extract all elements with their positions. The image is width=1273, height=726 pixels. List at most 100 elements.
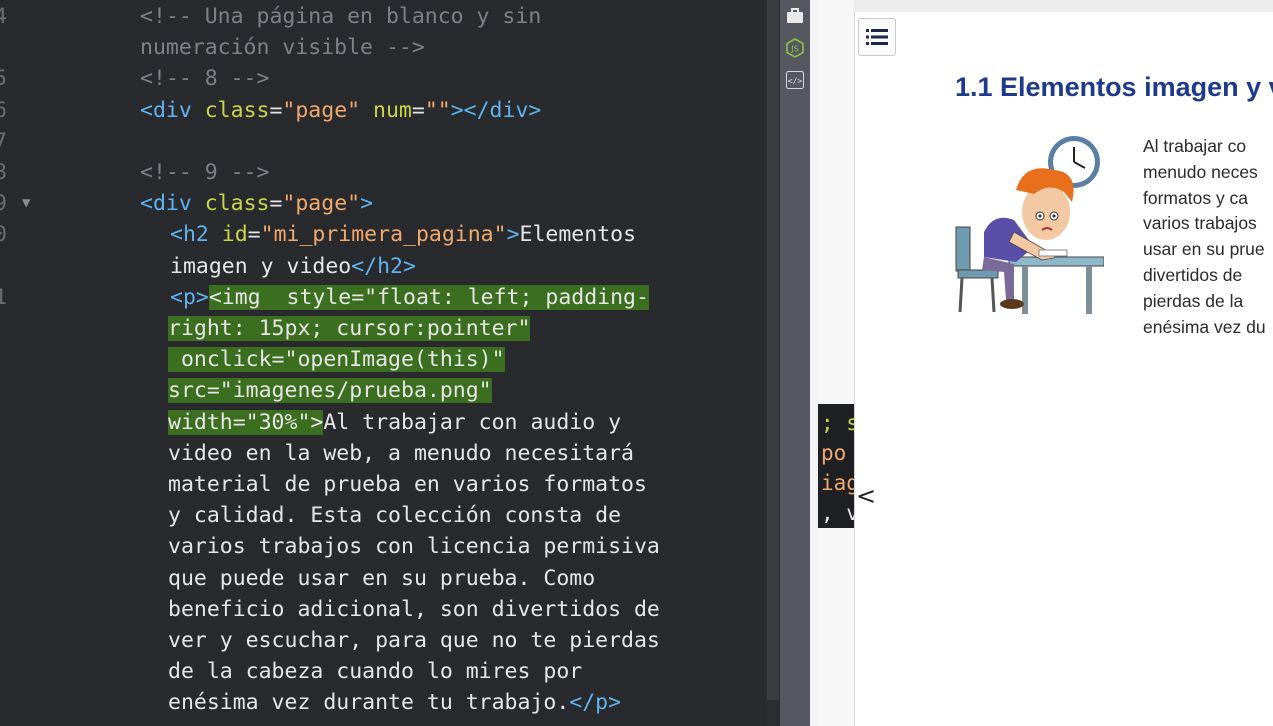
code-line[interactable]: enésima vez durante tu trabajo.</p> bbox=[0, 687, 766, 718]
code-line[interactable]: 6 <div class="page" num=""></div> bbox=[0, 95, 766, 126]
code-content: video en la web, a menudo necesitará bbox=[168, 438, 634, 469]
code-token: "page" bbox=[282, 191, 361, 217]
code-token: class bbox=[204, 97, 270, 123]
code-line[interactable]: width="30%">Al trabajar con audio y bbox=[0, 407, 766, 438]
code-line[interactable]: 1 <p><img style="float: left; padding- bbox=[0, 282, 766, 313]
code-content: beneficio adicional, son divertidos de bbox=[168, 594, 660, 625]
preview-toolbar bbox=[854, 0, 1273, 12]
peek-line: , v bbox=[821, 501, 854, 525]
code-line[interactable]: 9 ▼ <div class="page"> bbox=[0, 188, 766, 219]
code-token: "" bbox=[424, 97, 451, 123]
node-js-icon[interactable]: JS bbox=[785, 38, 805, 58]
student-clock-illustration[interactable] bbox=[954, 132, 1104, 317]
code-token: <div bbox=[140, 191, 205, 217]
code-token: que puede usar en su prueba. Como bbox=[168, 565, 596, 591]
code-token: <p> bbox=[170, 284, 209, 310]
code-token: de la cabeza cuando lo mires por bbox=[168, 659, 583, 685]
line-number: 4 bbox=[0, 4, 7, 29]
code-icon[interactable]: </> bbox=[785, 70, 805, 90]
collapse-arrow-button[interactable]: < bbox=[856, 482, 876, 510]
line-number: 7 bbox=[0, 128, 7, 154]
preview-heading: 1.1 Elementos imagen y v bbox=[955, 72, 1273, 102]
fold-arrow-icon[interactable]: ▼ bbox=[22, 188, 30, 219]
preview-paragraph: Al trabajar co menudo neces formatos y ca v… bbox=[1143, 134, 1273, 340]
code-token: "mi_primera_pagina" bbox=[260, 222, 507, 248]
code-line[interactable]: imagen y video</h2> bbox=[0, 251, 766, 282]
code-content: <!-- 8 --> bbox=[140, 63, 269, 94]
editor-scrollbar[interactable] bbox=[766, 0, 780, 726]
code-token: id bbox=[221, 222, 248, 248]
code-line[interactable]: varios trabajos con licencia permisiva bbox=[0, 531, 766, 562]
code-line[interactable]: src="imagenes/prueba.png" bbox=[0, 375, 766, 406]
code-line[interactable]: ver y escuchar, para que no te pierdas bbox=[0, 625, 766, 656]
code-token: </p> bbox=[569, 690, 622, 716]
code-line[interactable]: 8 <!-- 9 --> bbox=[0, 157, 766, 188]
code-content: width="30%">Al trabajar con audio y bbox=[168, 407, 621, 438]
editor-scrollbar-thumb[interactable] bbox=[767, 0, 779, 700]
preview-paragraph-line: divertidos de bbox=[1143, 264, 1243, 285]
code-content: <p><img style="float: left; padding- bbox=[170, 282, 649, 313]
code-line[interactable]: material de prueba en varios formatos bbox=[0, 469, 766, 500]
code-content: de la cabeza cuando lo mires por bbox=[168, 656, 582, 687]
code-token: Al trabajar con audio y bbox=[323, 409, 622, 435]
preview-pane: < 1.1 Elementos imagen y v Al trabajar c… bbox=[818, 0, 1273, 726]
code-editor[interactable]: 4 <!-- Una página en blanco y sin numeraci… bbox=[0, 0, 766, 726]
code-content: imagen y video</h2> bbox=[170, 251, 416, 282]
code-line[interactable]: de la cabeza cuando lo mires por bbox=[0, 656, 766, 687]
code-line[interactable]: 5 <!-- 8 --> bbox=[0, 63, 766, 94]
code-line[interactable]: 0 <h2 id="mi_primera_pagina">Elementos bbox=[0, 219, 766, 250]
code-line[interactable]: video en la web, a menudo necesitará bbox=[0, 438, 766, 469]
code-line[interactable]: onclick="openImage(this)" bbox=[0, 344, 766, 375]
side-tool-strip: JS </> bbox=[780, 0, 810, 726]
code-token: video en la web, a menudo necesitará bbox=[168, 440, 634, 466]
code-token: Elementos bbox=[519, 222, 637, 248]
code-token: num bbox=[360, 97, 412, 123]
code-token: ></div> bbox=[450, 97, 542, 123]
code-token: = bbox=[269, 97, 283, 123]
code-token: = bbox=[411, 97, 425, 123]
list-icon bbox=[866, 29, 888, 45]
line-number: 0 bbox=[0, 222, 7, 248]
code-line[interactable]: right: 15px; cursor:pointer" bbox=[0, 313, 766, 344]
code-line[interactable]: numeración visible --> bbox=[0, 32, 766, 63]
code-token: beneficio adicional, son divertidos de bbox=[168, 596, 660, 622]
preview-paragraph-line: formatos y ca bbox=[1143, 187, 1249, 208]
briefcase-icon[interactable] bbox=[785, 6, 805, 26]
code-token: enésima vez durante tu trabajo. bbox=[168, 690, 570, 716]
preview-paragraph-line: usar en su prue bbox=[1143, 239, 1265, 260]
line-number: 8 bbox=[0, 160, 7, 185]
code-token: = bbox=[269, 191, 283, 217]
code-line[interactable]: 7 bbox=[0, 126, 766, 157]
code-token: material de prueba en varios formatos bbox=[168, 472, 647, 497]
pane-divider[interactable] bbox=[810, 0, 818, 726]
code-token: imagen y video bbox=[170, 253, 352, 279]
code-content: <div class="page"> bbox=[140, 188, 373, 219]
code-token: > bbox=[506, 222, 520, 248]
code-token: <!-- 9 --> bbox=[140, 160, 270, 185]
code-token: </h2> bbox=[351, 253, 416, 279]
code-content: material de prueba en varios formatos bbox=[168, 469, 647, 500]
code-content: right: 15px; cursor:pointer" bbox=[168, 313, 531, 344]
preview-page bbox=[854, 12, 1273, 726]
preview-paragraph-line: pierdas de la bbox=[1143, 290, 1244, 311]
code-content: <!-- 9 --> bbox=[140, 157, 269, 188]
code-token: > bbox=[360, 191, 374, 217]
toc-button[interactable] bbox=[858, 18, 896, 56]
code-content: <h2 id="mi_primera_pagina">Elementos bbox=[170, 219, 636, 250]
code-content: src="imagenes/prueba.png" bbox=[168, 375, 492, 406]
code-line[interactable]: y calidad. Esta colección consta de bbox=[0, 500, 766, 531]
code-line[interactable]: 4 <!-- Una página en blanco y sin bbox=[0, 1, 766, 32]
node-js-label: JS bbox=[790, 45, 798, 54]
code-content: <div class="page" num=""></div> bbox=[140, 95, 541, 126]
code-token: <img style="float: left; padding- bbox=[208, 284, 649, 310]
line-number: 9 bbox=[0, 191, 7, 217]
code-line[interactable]: beneficio adicional, son divertidos de bbox=[0, 594, 766, 625]
code-token: <!-- Una página en blanco y sin bbox=[140, 4, 542, 29]
code-content: onclick="openImage(this)" bbox=[168, 344, 505, 375]
code-content: varios trabajos con licencia permisiva bbox=[168, 531, 660, 562]
peek-line: po bbox=[821, 441, 847, 465]
code-content: que puede usar en su prueba. Como bbox=[168, 563, 595, 594]
code-line[interactable]: que puede usar en su prueba. Como bbox=[0, 563, 766, 594]
peek-line: iag bbox=[821, 471, 854, 495]
code-token: src="imagenes/prueba.png" bbox=[168, 378, 492, 404]
